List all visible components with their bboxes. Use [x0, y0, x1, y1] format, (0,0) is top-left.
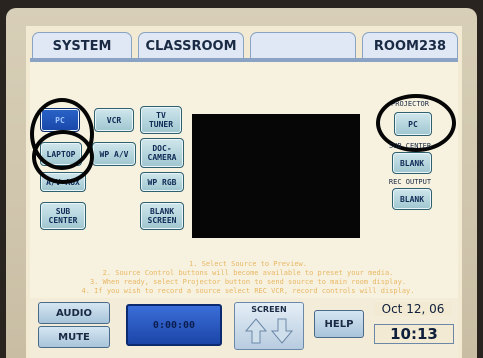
classroom-panel: PC VCR TV TUNER LAPTOP WP A/V DOC- CAMER…: [30, 62, 458, 298]
date-display: Oct 12, 06: [374, 302, 452, 316]
source-blank-screen-button[interactable]: BLANK SCREEN: [140, 202, 184, 230]
touch-screen: SYSTEM CLASSROOM ROOM238 PC VCR TV TUNER…: [26, 26, 462, 358]
arrow-up-icon: [244, 318, 268, 344]
tab-system[interactable]: SYSTEM: [32, 32, 132, 59]
tab-room238[interactable]: ROOM238: [362, 32, 458, 59]
source-wp-rgb-button[interactable]: WP RGB: [140, 172, 184, 192]
source-doc-camera-button[interactable]: DOC- CAMERA: [140, 138, 184, 168]
source-tv-tuner-button[interactable]: TV TUNER: [140, 106, 182, 134]
rec-output-button[interactable]: BLANK: [392, 188, 432, 210]
source-vcr-button[interactable]: VCR: [94, 108, 134, 132]
record-timer: 0:00:00: [126, 304, 222, 346]
instructions-text: 1. Select Source to Preview. 2. Source C…: [40, 260, 456, 296]
screen-up-button[interactable]: [244, 317, 268, 345]
arrow-down-icon: [270, 318, 294, 344]
tab-classroom[interactable]: CLASSROOM: [138, 32, 244, 59]
source-preview-window: [192, 114, 360, 238]
screen-control: SCREEN: [234, 302, 304, 350]
instruction-line: 1. Select Source to Preview.: [188, 260, 307, 268]
tab-blank[interactable]: [250, 32, 356, 59]
sub-center-output-button[interactable]: BLANK: [392, 152, 432, 174]
audio-button[interactable]: AUDIO: [38, 302, 110, 324]
time-display: 10:13: [374, 324, 454, 344]
help-button[interactable]: HELP: [314, 310, 364, 338]
sub-center-label: SUB CENTER: [388, 142, 432, 150]
screen-down-button[interactable]: [270, 317, 294, 345]
highlight-circle: [32, 130, 94, 184]
screen-label: SCREEN: [251, 305, 287, 314]
source-sub-center-button[interactable]: SUB CENTER: [40, 202, 86, 230]
instruction-line: 4. If you wish to record a source select…: [81, 287, 415, 295]
rec-output-label: REC OUTPUT: [388, 178, 432, 186]
source-wp-av-button[interactable]: WP A/V: [92, 142, 136, 166]
instruction-line: 3. When ready, select Projector button t…: [89, 278, 407, 286]
mute-button[interactable]: MUTE: [38, 326, 110, 348]
bottom-control-bar: AUDIO MUTE 0:00:00 SCREEN HELP Oct 12, 0…: [30, 298, 458, 358]
instruction-line: 2. Source Control buttons will become av…: [102, 269, 394, 277]
